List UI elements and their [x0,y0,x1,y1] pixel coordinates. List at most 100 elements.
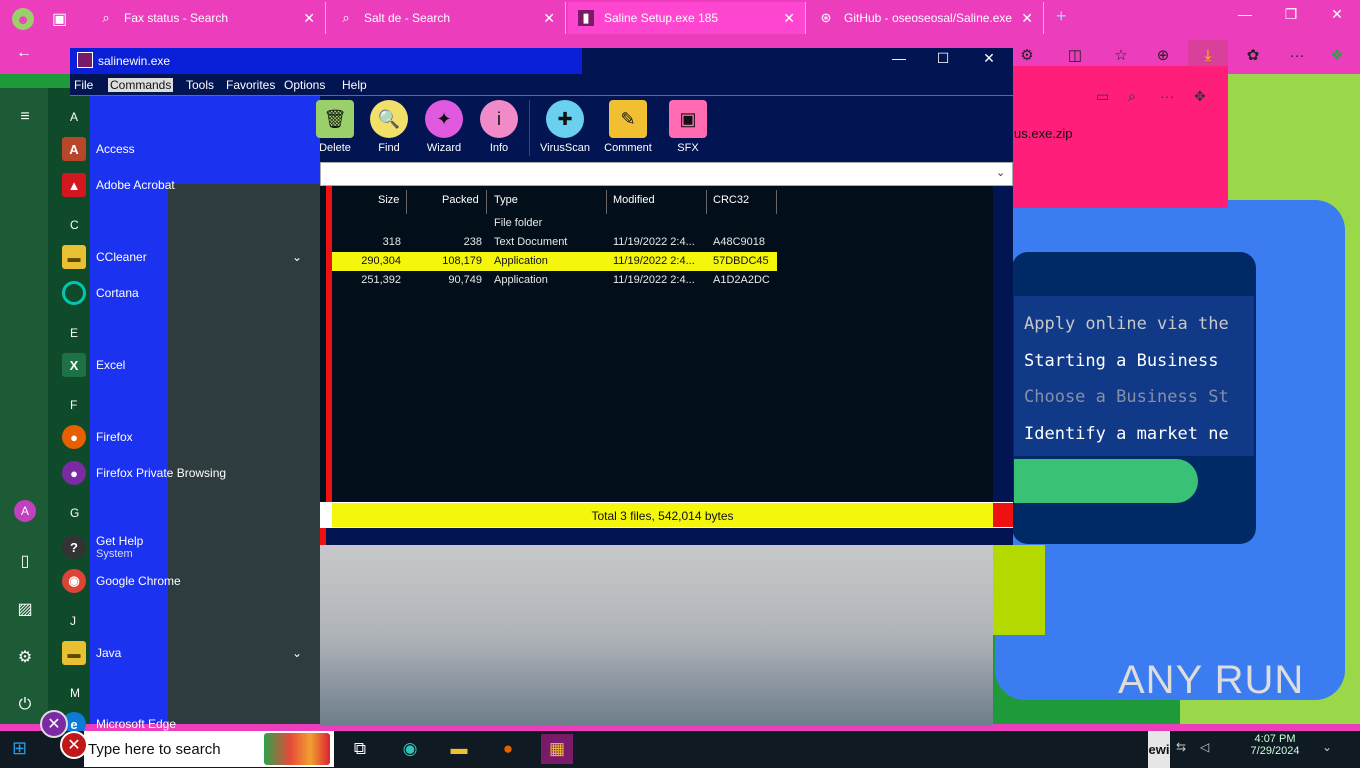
close-window-icon[interactable]: ✕ [1314,6,1360,30]
chevron-down-icon[interactable]: ⌄ [996,166,1005,179]
toolbar-info[interactable]: i Info [470,100,528,158]
column-separator[interactable] [406,190,407,214]
close-icon[interactable]: ✕ [303,10,315,27]
taskbar-clock[interactable]: 4:07 PM 7/29/2024 [1240,733,1310,757]
app-cortana[interactable]: Cortana [62,277,312,309]
tab-search-salt[interactable]: ⌕ Salt de - Search ✕ [328,2,566,34]
restore-icon[interactable]: ❐ [1268,6,1314,30]
edge-copilot-icon[interactable]: ❖ [1326,44,1348,66]
app-adobe-acrobat[interactable]: ▲ Adobe Acrobat [62,169,312,201]
pictures-icon[interactable]: ▨ [14,598,36,620]
list-item[interactable]: Choose a Business St [1024,387,1229,407]
search-icon[interactable]: ⌕ [1128,88,1136,105]
toolbar-sfx[interactable]: ▣ SFX [659,100,717,158]
toolbar-delete[interactable]: 🗑 Delete [306,100,364,158]
column-size[interactable]: Size [378,194,399,206]
column-modified[interactable]: Modified [613,194,655,206]
new-tab-button[interactable]: + [1056,6,1067,27]
collections-icon[interactable]: ⊕ [1152,44,1174,66]
notifications-icon[interactable]: ⌄ [1322,740,1332,754]
app-ccleaner[interactable]: ▬ CCleaner ⌄ [62,241,312,273]
tab-anyrun[interactable]: ▮ Saline Setup.exe 185 ✕ [568,2,806,34]
taskbar-winrar-label[interactable]: ewi [1148,731,1170,768]
copilot-icon[interactable]: ✿ [1242,44,1264,66]
firefox-taskbar-icon[interactable]: ● [492,734,524,764]
back-icon[interactable]: ← [16,44,32,62]
menu-favorites[interactable]: Favorites [226,78,275,92]
column-type[interactable]: Type [494,194,518,206]
close-icon[interactable]: ✕ [783,10,795,27]
volume-icon[interactable]: ◁ [1200,740,1209,754]
search-highlight-icon[interactable] [264,733,330,765]
list-scroll-area[interactable] [993,186,1013,502]
toolbar-virusscan[interactable]: ✚ VirusScan [536,100,594,158]
section-letter[interactable]: G [70,506,79,520]
section-letter[interactable]: E [70,326,78,340]
app-excel[interactable]: X Excel [62,349,312,381]
menu-file[interactable]: File [74,78,93,92]
minimize-icon[interactable]: — [1222,6,1268,30]
app-google-chrome[interactable]: ◉ Google Chrome [62,565,312,597]
network-icon[interactable]: ⇆ [1176,740,1186,754]
list-item[interactable]: Apply online via the [1024,314,1229,334]
menu-tools[interactable]: Tools [186,78,214,92]
address-bar[interactable] [320,162,1013,186]
download-filename[interactable]: us.exe.zip [1014,126,1073,141]
split-screen-icon[interactable]: ◫ [1064,44,1086,66]
section-letter[interactable]: A [70,110,78,124]
list-item[interactable]: Identify a market ne [1024,424,1229,444]
table-row-selected[interactable]: 290,304 108,179 Application 11/19/2022 2… [332,252,777,271]
app-firefox[interactable]: ● Firefox [62,421,312,453]
table-row[interactable]: 318 238 Text Document 11/19/2022 2:4... … [332,233,777,252]
settings-icon[interactable]: ⚙ [14,646,36,668]
more-icon[interactable]: ··· [1160,88,1174,104]
menu-options[interactable]: Options [284,78,325,92]
column-packed[interactable]: Packed [442,194,479,206]
close-icon[interactable]: ✕ [1021,10,1033,27]
file-explorer-icon[interactable]: ▬ [443,734,475,764]
chevron-down-icon[interactable]: ⌄ [292,646,302,660]
app-access[interactable]: A Access [62,133,312,165]
pin-icon[interactable]: ✥ [1194,88,1206,105]
hamburger-icon[interactable]: ≡ [14,106,36,128]
more-icon[interactable]: ··· [1286,44,1308,66]
favorites-icon[interactable]: ☆ [1110,44,1132,66]
power-icon[interactable]: ⏻ [14,694,36,716]
column-separator[interactable] [776,190,777,214]
minimize-icon[interactable]: — [876,50,922,72]
app-java[interactable]: ▬ Java ⌄ [62,637,312,669]
column-separator[interactable] [706,190,707,214]
toolbar-find[interactable]: 🔍 Find [360,100,418,158]
user-avatar-icon[interactable]: A [14,500,36,522]
edge-taskbar-icon[interactable]: ◉ [394,734,426,764]
column-separator[interactable] [486,190,487,214]
tab-github[interactable]: ⊛ GitHub - oseoseosal/Saline.exe ✕ [808,2,1044,34]
section-letter[interactable]: M [70,686,80,700]
page-cta-button[interactable] [1014,459,1198,503]
folder-icon[interactable]: ▭ [1096,88,1109,105]
close-icon[interactable]: ✕ [543,10,555,27]
app-firefox-private[interactable]: ● Firefox Private Browsing [62,457,312,489]
app-get-help[interactable]: ? Get Help System [62,529,312,565]
tab-search-fax[interactable]: ⌕ Fax status - Search ✕ [88,2,326,34]
maximize-icon[interactable]: ☐ [920,50,966,72]
list-item[interactable]: Starting a Business [1024,351,1218,371]
column-separator[interactable] [606,190,607,214]
section-letter[interactable]: F [70,398,77,412]
task-view-icon[interactable]: ⧉ [344,734,376,764]
chevron-down-icon[interactable]: ⌄ [292,250,302,264]
tab-actions-icon[interactable]: ▣ [52,9,67,29]
windows-start-icon[interactable]: ⊞ [12,738,27,759]
column-crc32[interactable]: CRC32 [713,194,749,206]
menu-help[interactable]: Help [342,78,367,92]
section-letter[interactable]: J [70,614,76,628]
table-row[interactable]: File folder [332,214,777,233]
section-letter[interactable]: C [70,218,79,232]
extensions-icon[interactable]: ⚙ [1016,44,1038,66]
toolbar-wizard[interactable]: ✦ Wizard [415,100,473,158]
close-window-icon[interactable]: ✕ [966,50,1012,72]
profile-avatar-icon[interactable]: ☻ [12,8,34,30]
winrar-taskbar-icon[interactable]: ▦ [541,734,573,764]
toolbar-comment[interactable]: ✎ Comment [599,100,657,158]
resize-grip-icon[interactable] [993,503,1013,527]
